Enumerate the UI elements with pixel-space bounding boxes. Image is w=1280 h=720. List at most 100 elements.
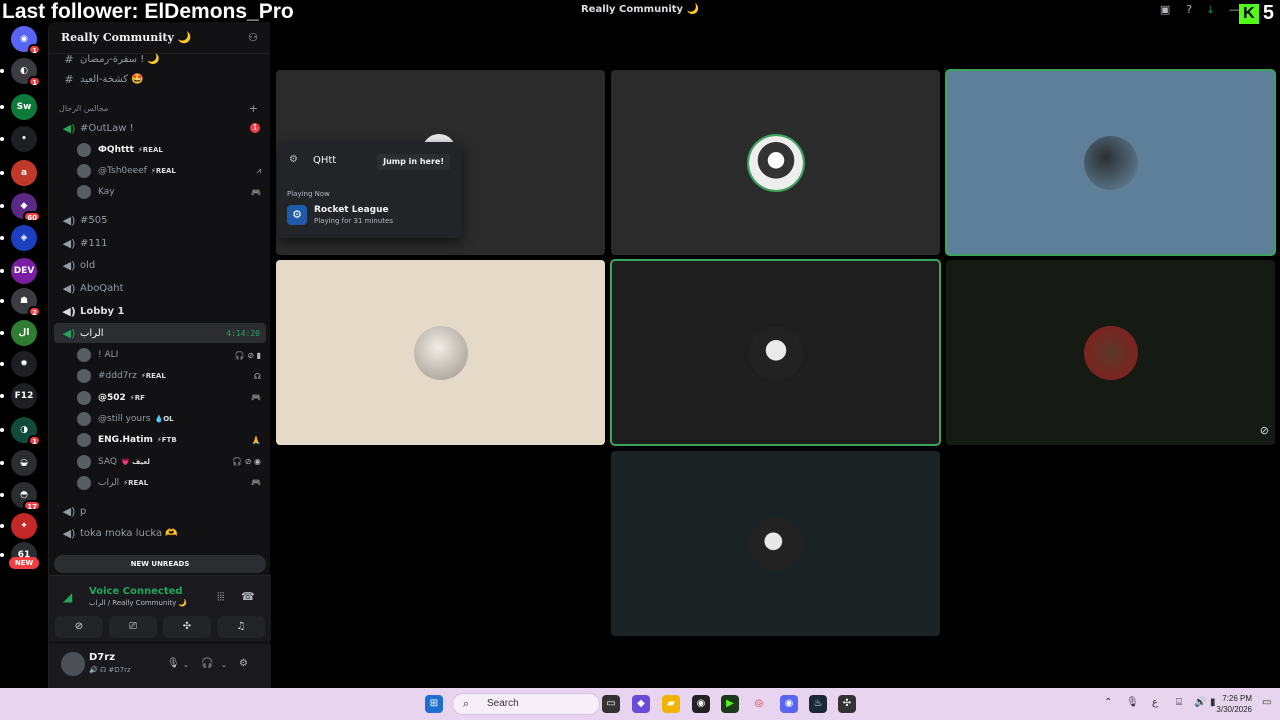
screen-share-button[interactable]: ⎚	[109, 616, 157, 638]
speaker-icon: ◀)	[62, 326, 76, 340]
voice-channel-toka[interactable]: ◀) toka moka lucka 🫶	[54, 523, 266, 543]
voice-location[interactable]: الراب / Really Community 🌙	[89, 599, 187, 607]
voice-member[interactable]: #ddd7rz ⚡REAL ☊	[77, 366, 265, 386]
member-status-icons: 🎮	[251, 393, 261, 403]
new-servers-pill[interactable]: NEW	[9, 557, 39, 569]
copilot-icon[interactable]: ◆	[632, 695, 650, 713]
language-indicator[interactable]: ع	[1152, 697, 1158, 708]
server-icon[interactable]: ◑ 1	[11, 417, 41, 446]
voice-member[interactable]: @Tsh0eeef ⚡REAL ⩘	[77, 161, 265, 181]
video-tile-4[interactable]	[276, 260, 605, 445]
video-tile-5[interactable]	[610, 259, 941, 446]
voice-channel-alrab[interactable]: ◀) الراب 4:14:20	[54, 323, 266, 343]
steam-icon[interactable]: ♨	[809, 695, 827, 713]
user-name[interactable]: D7rz	[89, 652, 115, 663]
category-label[interactable]: مجالس الرجال	[59, 104, 108, 113]
speaker-icon: ◀)	[62, 258, 76, 272]
soundboard-button[interactable]: ♫	[217, 616, 265, 638]
voice-member[interactable]: @502 ⚡RF 🎮	[77, 388, 265, 408]
obs-icon[interactable]: ◉	[692, 695, 710, 713]
video-tile-7[interactable]	[611, 451, 940, 636]
jump-in-button[interactable]: Jump in here!	[377, 154, 450, 170]
mention-badge: 2	[28, 306, 41, 317]
add-member-icon[interactable]: ⚇	[248, 31, 258, 44]
taskbar-search[interactable]: ⌕ Search	[452, 693, 600, 715]
voice-status[interactable]: Voice Connected	[89, 586, 183, 597]
server-icon[interactable]: ✦	[11, 513, 37, 539]
network-icon[interactable]: ⌸	[1176, 697, 1182, 708]
chevron-down-icon[interactable]: ⌄	[221, 661, 227, 669]
server-icon[interactable]: ✹	[11, 351, 37, 377]
server-icon[interactable]: ◉ 1	[11, 26, 41, 55]
start-windows-icon[interactable]: ⊞	[425, 695, 443, 713]
server-icon[interactable]: ☗ 2	[11, 288, 41, 317]
participant-avatar	[1083, 135, 1138, 190]
voice-channel-p[interactable]: ◀) p	[54, 501, 266, 521]
video-tile-2[interactable]	[611, 70, 940, 255]
taskbar-clock[interactable]: 7:26 PM 3/30/2026	[1216, 693, 1252, 715]
chrome-icon[interactable]: ◎	[750, 695, 768, 713]
add-channel-icon[interactable]: +	[249, 102, 258, 115]
settings-gear-icon[interactable]: ⚙	[239, 658, 248, 669]
kick-app-icon[interactable]: ▶	[721, 695, 739, 713]
server-icon[interactable]: •	[11, 126, 37, 152]
server-label: ال	[18, 328, 30, 338]
voice-actions: ⊘ ⎚ ✣ ♫	[55, 616, 265, 638]
disconnect-icon[interactable]: ☎	[241, 590, 255, 603]
discord-app-icon[interactable]: ◉	[780, 695, 798, 713]
member-name: ФQhttt	[98, 145, 134, 155]
new-unreads-button[interactable]: NEW UNREADS	[54, 555, 266, 573]
server-icon[interactable]: Sw	[11, 94, 37, 120]
task-view-icon[interactable]: ▭	[602, 695, 620, 713]
activities-button[interactable]: ✣	[163, 616, 211, 638]
text-channel[interactable]: # كشخة-العيد 🤩	[54, 69, 266, 89]
notification-icon[interactable]: ▭	[1262, 697, 1271, 708]
voice-channel-old[interactable]: ◀) old	[54, 255, 266, 275]
app-icon[interactable]: ✣	[838, 695, 856, 713]
server-icon[interactable]: ◈	[11, 225, 37, 251]
video-tile-3[interactable]	[945, 69, 1276, 256]
help-icon[interactable]: ?	[1186, 3, 1192, 17]
headphones-icon[interactable]: 🎧	[201, 658, 213, 669]
voice-channel-111[interactable]: ◀) #111	[54, 233, 266, 253]
server-icon[interactable]: ◆ 60	[11, 193, 41, 222]
voice-member[interactable]: ENG.Hatim ⚡FTB 🙏	[77, 430, 265, 450]
member-name: Kay	[98, 187, 115, 197]
server-icon[interactable]: a	[11, 160, 37, 186]
voice-member[interactable]: SAQ 💗 لعيف 🎧 ⊘ ◉	[77, 452, 265, 472]
voice-channel-outlaw[interactable]: ◀) #OutLaw ! 1	[54, 118, 266, 138]
server-icon[interactable]: DEV	[11, 258, 37, 284]
member-status-icons: 🎮	[251, 187, 261, 197]
server-icon[interactable]: ال	[11, 320, 37, 346]
video-tile-6[interactable]: ⊘	[946, 260, 1275, 445]
voice-member[interactable]: ФQhttt ⚡REAL	[77, 140, 265, 160]
voice-member[interactable]: Kay 🎮	[77, 182, 265, 202]
noise-suppression-icon[interactable]: ⦙⦙⦙	[217, 590, 224, 604]
titlebar-actions: ▣ ? ⤓ —	[1160, 3, 1240, 17]
voice-member[interactable]: @still yours 💧OL	[77, 409, 265, 429]
battery-icon[interactable]: ▮	[1210, 697, 1216, 708]
microphone-icon[interactable]: 🎙	[167, 658, 180, 669]
server-label: F12	[14, 391, 34, 401]
voice-channel-aboqaht[interactable]: ◀) AboQaht	[54, 278, 266, 298]
voice-channel-lobby[interactable]: ◀) Lobby 1	[54, 301, 266, 321]
file-explorer-icon[interactable]: ▰	[662, 695, 680, 713]
microphone-tray-icon[interactable]: 🎙	[1126, 697, 1139, 708]
text-channel[interactable]: # سفرة-رمضان ! 🌙	[54, 49, 266, 69]
camera-off-button[interactable]: ⊘	[55, 616, 103, 638]
inbox-icon[interactable]: ▣	[1160, 3, 1170, 17]
volume-icon[interactable]: 🔊	[1194, 697, 1206, 708]
chevron-up-icon[interactable]: ⌃	[1104, 697, 1112, 708]
mention-badge: 1	[28, 435, 41, 446]
server-icon[interactable]: ◓ 17	[11, 482, 41, 511]
download-icon[interactable]: ⤓	[1208, 3, 1213, 17]
chevron-down-icon[interactable]: ⌄	[183, 661, 189, 669]
voice-member[interactable]: ! ALI 🎧 ⊘ ▮	[77, 345, 265, 365]
user-avatar[interactable]	[61, 652, 85, 676]
voice-member[interactable]: الراب ⚡REAL 🎮	[77, 473, 265, 493]
server-icon[interactable]: ◒	[11, 450, 37, 476]
participant-avatar	[748, 325, 803, 380]
server-icon[interactable]: F12	[11, 383, 37, 409]
server-icon[interactable]: ◐ 1	[11, 58, 41, 87]
voice-channel-505[interactable]: ◀) #505	[54, 210, 266, 230]
